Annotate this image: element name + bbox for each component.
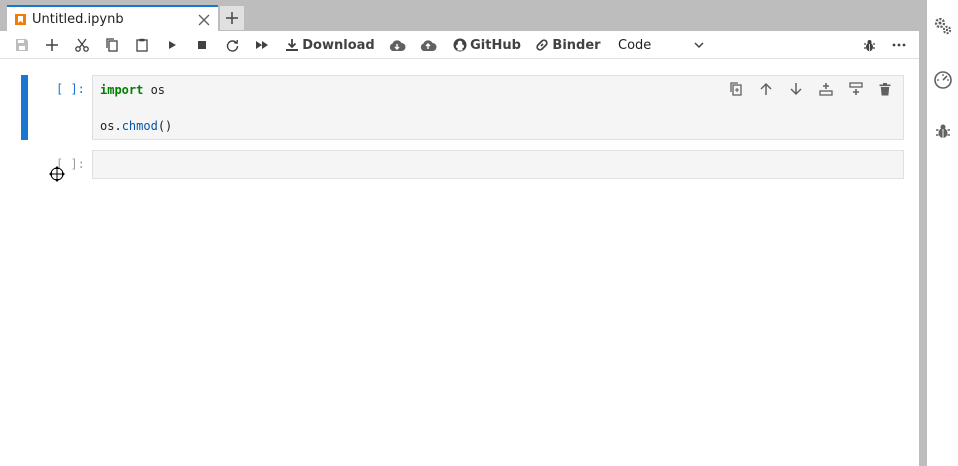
tab-untitled-notebook[interactable]: Untitled.ipynb bbox=[7, 5, 218, 32]
binder-button[interactable]: Binder bbox=[534, 31, 602, 59]
notebook-toolbar: Download GitHub Binder Code bbox=[0, 31, 919, 59]
download-label: Download bbox=[302, 37, 375, 53]
tab-label: Untitled.ipynb bbox=[32, 12, 124, 27]
restart-button[interactable] bbox=[220, 31, 244, 59]
notebook-icon bbox=[15, 14, 26, 25]
move-down-icon bbox=[790, 83, 802, 96]
run-icon bbox=[169, 41, 176, 49]
stop-button[interactable] bbox=[190, 31, 214, 59]
cloud-download-icon bbox=[389, 39, 406, 51]
right-sidebar bbox=[926, 0, 958, 466]
code-cell-editor-empty[interactable] bbox=[92, 150, 904, 179]
more-options-button[interactable] bbox=[887, 31, 911, 59]
delete-cell-button[interactable] bbox=[872, 76, 898, 102]
github-button[interactable]: GitHub bbox=[452, 31, 522, 59]
debugger-toggle-button[interactable] bbox=[857, 31, 881, 59]
insert-cell-below-button[interactable] bbox=[843, 76, 869, 102]
run-button[interactable] bbox=[160, 31, 184, 59]
restart-icon bbox=[226, 39, 238, 52]
more-icon bbox=[892, 43, 906, 47]
copy-icon bbox=[106, 38, 118, 52]
add-icon bbox=[46, 39, 58, 51]
move-cell-down-button[interactable] bbox=[783, 76, 809, 102]
bug-icon bbox=[863, 39, 875, 51]
panel-divider bbox=[919, 0, 926, 466]
close-icon[interactable] bbox=[192, 8, 216, 32]
run-all-button[interactable] bbox=[250, 31, 274, 59]
tab-bar: Untitled.ipynb bbox=[0, 0, 926, 32]
download-icon bbox=[286, 39, 299, 51]
cloud-upload-icon bbox=[420, 39, 437, 51]
paste-icon bbox=[136, 38, 148, 52]
insert-above-icon bbox=[819, 83, 833, 96]
cloud-download-button[interactable] bbox=[385, 31, 409, 59]
binder-icon bbox=[536, 39, 549, 51]
plus-icon bbox=[226, 12, 238, 24]
add-cell-button[interactable] bbox=[40, 31, 64, 59]
github-icon bbox=[453, 38, 467, 52]
code-line: os.chmod() bbox=[100, 119, 173, 133]
cloud-upload-button[interactable] bbox=[416, 31, 440, 59]
code-line: import os bbox=[100, 83, 166, 97]
property-inspector-icon bbox=[934, 17, 952, 35]
cut-button[interactable] bbox=[70, 31, 94, 59]
cell-prompt: [ ]: bbox=[56, 82, 85, 96]
download-button[interactable]: Download bbox=[284, 31, 376, 59]
save-button[interactable] bbox=[10, 31, 34, 59]
insert-cell-above-button[interactable] bbox=[813, 76, 839, 102]
duplicate-icon bbox=[730, 82, 742, 96]
binder-label: Binder bbox=[552, 37, 601, 53]
delete-icon bbox=[879, 82, 891, 95]
run-all-icon bbox=[256, 41, 268, 49]
debugger-speed-tab[interactable] bbox=[931, 67, 955, 91]
cell-type-select[interactable]: Code bbox=[612, 35, 708, 55]
duplicate-cell-button[interactable] bbox=[723, 76, 749, 102]
debugger-bug-tab[interactable] bbox=[931, 119, 955, 143]
cell-type-value: Code bbox=[618, 37, 652, 53]
stop-icon bbox=[198, 41, 206, 49]
copy-button[interactable] bbox=[100, 31, 124, 59]
move-cursor-icon bbox=[47, 164, 67, 184]
cut-icon bbox=[75, 38, 89, 52]
property-inspector-tab[interactable] bbox=[931, 14, 955, 38]
add-tab-button[interactable] bbox=[220, 6, 244, 30]
notebook-panel[interactable]: [ ]: import os os.chmod() [ ]: bbox=[0, 60, 919, 466]
debugger-bug-icon bbox=[936, 124, 950, 138]
paste-button[interactable] bbox=[130, 31, 154, 59]
move-cell-up-button[interactable] bbox=[753, 76, 779, 102]
github-label: GitHub bbox=[470, 37, 521, 53]
save-icon bbox=[16, 39, 28, 51]
chevron-down-icon bbox=[694, 41, 704, 48]
active-cell-collapser[interactable] bbox=[21, 75, 28, 140]
debugger-speed-icon bbox=[934, 71, 952, 89]
insert-below-icon bbox=[849, 82, 863, 95]
move-up-icon bbox=[760, 82, 772, 95]
